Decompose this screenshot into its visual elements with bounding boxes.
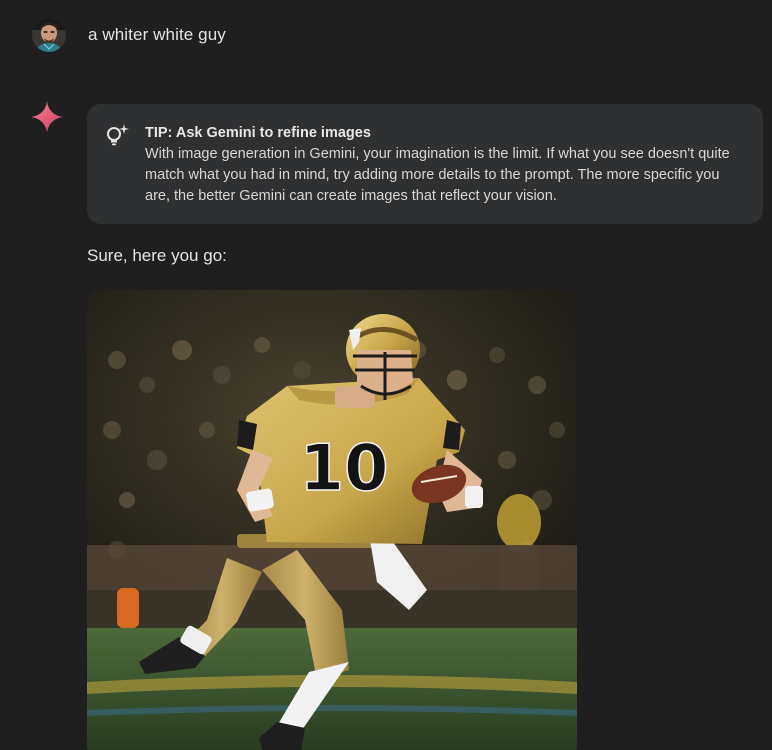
tip-body: With image generation in Gemini, your im… (145, 146, 730, 204)
lightbulb-sparkle-icon (103, 122, 131, 150)
tip-title: TIP: Ask Gemini to refine images (145, 125, 371, 141)
jersey-number: 10 (299, 432, 388, 506)
chat-page: a whiter white guy TIP: Ask Gemini to re… (0, 0, 772, 750)
user-message: a whiter white guy (32, 18, 226, 52)
generated-image[interactable]: 10 (87, 290, 577, 750)
tip-text: TIP: Ask Gemini to refine images With im… (145, 123, 743, 207)
user-prompt-text: a whiter white guy (88, 25, 226, 44)
response-text: Sure, here you go: (87, 246, 227, 265)
tip-card: TIP: Ask Gemini to refine images With im… (87, 104, 763, 224)
gemini-spark-icon (30, 100, 64, 134)
user-avatar[interactable] (32, 18, 66, 52)
